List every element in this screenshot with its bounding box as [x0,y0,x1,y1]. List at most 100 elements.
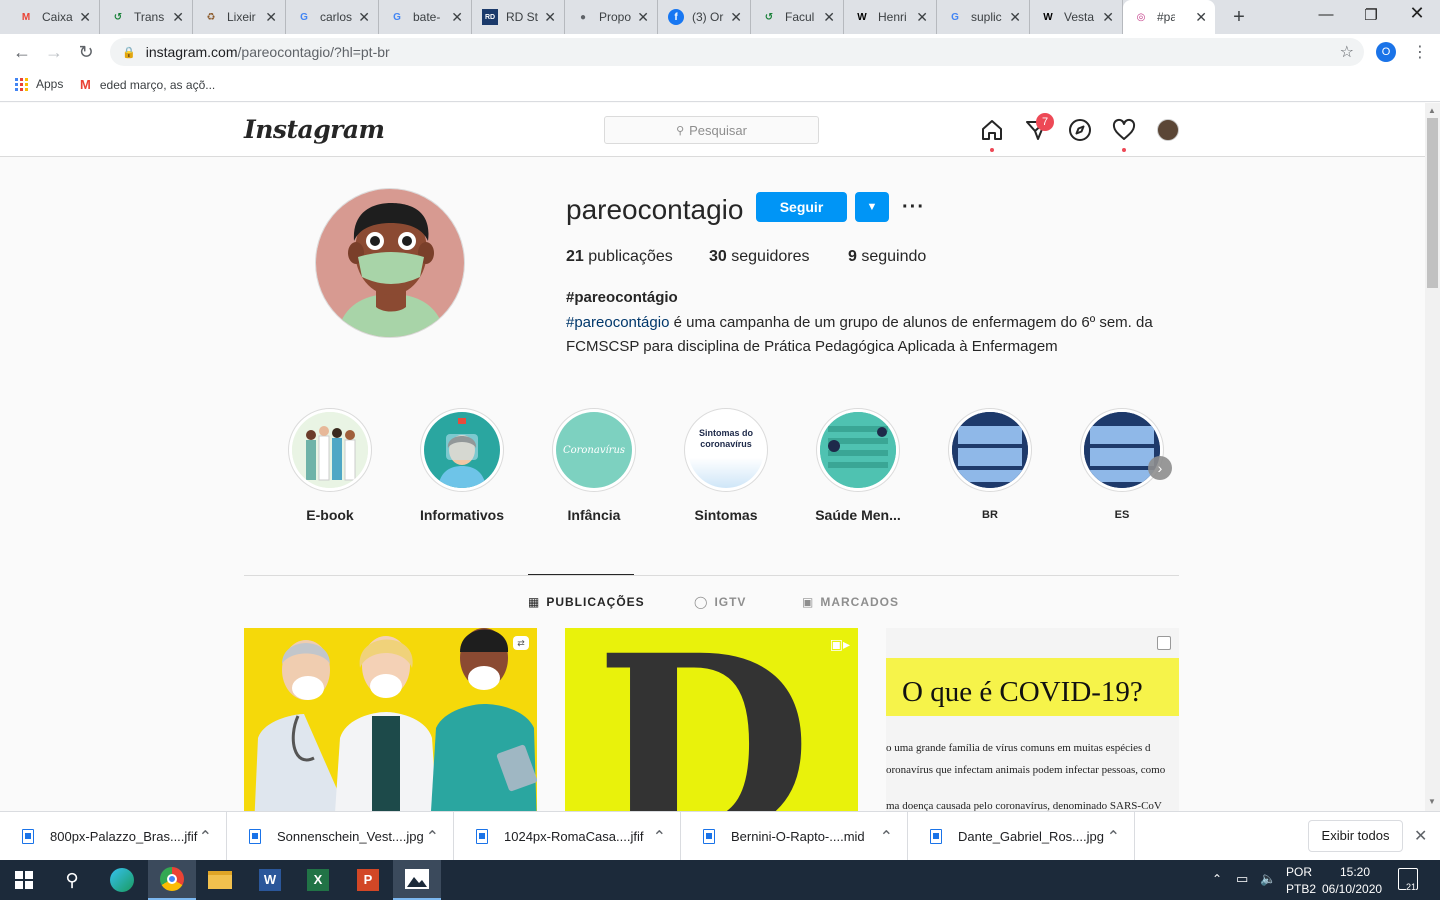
bookmarks-bar: Apps M eded março, as açõ... [0,70,1440,102]
page-scrollbar[interactable]: ▲ ▼ [1425,103,1440,811]
close-window-button[interactable]: ✕ [1407,3,1427,24]
address-bar[interactable]: 🔒 instagram.com/pareocontagio/?hl=pt-br … [110,38,1364,66]
show-all-downloads-button[interactable]: Exibir todos [1308,820,1403,852]
highlight-sintomas[interactable]: Sintomas do coronavírus Sintomas [660,408,792,523]
search-input[interactable]: ⚲ Pesquisar [604,116,819,144]
chrome-menu-icon[interactable]: ⋮ [1412,42,1428,62]
post-thumbnail[interactable]: ⇄ [244,628,537,811]
browser-tab[interactable]: W Vesta ✕ [1030,0,1123,34]
new-tab-button[interactable]: + [1228,6,1250,28]
explore-icon[interactable] [1068,118,1092,142]
download-item[interactable]: 800px-Palazzo_Bras....jfif ⌃ [0,812,227,861]
following-count[interactable]: 9 seguindo [848,248,926,266]
suggestions-dropdown-button[interactable]: ▼ [855,192,889,222]
language-code[interactable]: POR [1286,865,1312,879]
follow-button[interactable]: Seguir [756,192,847,222]
browser-tab[interactable]: ◎ #parc ✕ [1123,0,1215,34]
close-tab-icon[interactable]: ✕ [823,9,835,26]
user-avatar[interactable] [1157,119,1179,141]
search-placeholder: Pesquisar [689,122,747,138]
browser-tab[interactable]: Gsuplic ✕ [937,0,1030,34]
bookmark-apps[interactable]: Apps [15,77,63,91]
close-tab-icon[interactable]: ✕ [544,9,556,26]
tab-title: suplic [971,10,1002,24]
post-thumbnail[interactable]: O que é COVID-19? o uma grande família d… [886,628,1179,811]
chevron-up-icon[interactable]: ⌃ [426,827,439,847]
highlight-informativos[interactable]: Informativos [396,408,528,523]
more-options-icon[interactable]: ··· [902,196,925,219]
highlights-next-arrow[interactable]: › [1148,456,1172,480]
close-downloads-icon[interactable]: ✕ [1414,826,1427,846]
bio-hashtag-link[interactable]: #pareocontágio [566,314,669,331]
clock-date[interactable]: 06/10/2020 [1322,882,1382,896]
tab-igtv[interactable]: ◯ IGTV [694,595,746,609]
search-taskbar-button[interactable]: ⚲ [48,860,96,900]
chevron-up-icon[interactable]: ⌃ [199,827,212,847]
highlight-infancia[interactable]: Coronavírus Infância [528,408,660,523]
download-item[interactable]: Sonnenschein_Vest....jpg ⌃ [227,812,454,861]
profile-picture[interactable] [315,188,465,338]
close-tab-icon[interactable]: ✕ [916,9,928,26]
home-icon[interactable] [980,118,1004,142]
post-thumbnail[interactable]: D ▣▸ [565,628,858,811]
excel-taskbar-icon[interactable]: X [294,860,342,900]
browser-tab[interactable]: ↺ Trans ✕ [100,0,193,34]
close-tab-icon[interactable]: ✕ [265,9,277,26]
close-tab-icon[interactable]: ✕ [730,9,742,26]
scroll-up-arrow[interactable]: ▲ [1428,106,1436,115]
download-item[interactable]: 1024px-RomaCasa....jfif ⌃ [454,812,681,861]
chevron-up-icon[interactable]: ⌃ [1107,827,1120,847]
keyboard-layout[interactable]: PTB2 [1286,882,1316,896]
browser-tab[interactable]: Gbate- ✕ [379,0,472,34]
browser-tab[interactable]: f (3) Or ✕ [658,0,751,34]
browser-tab[interactable]: M Caixa ✕ [8,0,100,34]
close-tab-icon[interactable]: ✕ [451,9,463,26]
bookmark-gmail[interactable]: M eded março, as açõ... [80,77,215,92]
forward-button[interactable]: → [44,42,64,62]
bookmark-star-icon[interactable]: ☆ [1340,42,1354,62]
word-taskbar-icon[interactable]: W [246,860,294,900]
instagram-logo[interactable]: Instagram [244,115,385,144]
chrome-taskbar-icon[interactable] [148,860,196,900]
minimize-button[interactable]: — [1316,6,1336,23]
scrollbar-thumb[interactable] [1427,118,1438,288]
chrome-profile-button[interactable]: O [1376,42,1396,62]
browser-tab[interactable]: Gcarlos ✕ [286,0,379,34]
start-button[interactable] [0,860,48,900]
close-tab-icon[interactable]: ✕ [358,9,370,26]
activity-heart-icon[interactable] [1112,118,1136,142]
highlight-ebook[interactable]: E-book [264,408,396,523]
browser-tab[interactable]: ● Propo ✕ [565,0,658,34]
highlight-br[interactable]: BR [924,408,1056,521]
browser-tab[interactable]: W Henri ✕ [844,0,937,34]
network-icon[interactable]: ▭ [1236,871,1248,887]
scroll-down-arrow[interactable]: ▼ [1428,797,1436,806]
maximize-button[interactable]: ❐ [1361,6,1381,24]
close-tab-icon[interactable]: ✕ [1102,9,1114,26]
highlight-saude-mental[interactable]: Saúde Men... [792,408,924,523]
powerpoint-taskbar-icon[interactable]: P [344,860,392,900]
tab-publicacoes[interactable]: ▦ PUBLICAÇÕES [528,595,645,609]
photos-taskbar-icon[interactable] [393,860,441,900]
download-item[interactable]: Dante_Gabriel_Ros....jpg ⌃ [908,812,1135,861]
close-tab-icon[interactable]: ✕ [79,9,91,26]
edge-taskbar-icon[interactable] [98,860,146,900]
clock-time[interactable]: 15:20 [1340,865,1370,879]
close-tab-icon[interactable]: ✕ [1195,9,1207,26]
tab-marcados[interactable]: ▣ MARCADOS [802,595,899,609]
browser-tab[interactable]: ↺ Facul ✕ [751,0,844,34]
download-item[interactable]: Bernini-O-Rapto-....mid ⌃ [681,812,908,861]
close-tab-icon[interactable]: ✕ [1009,9,1021,26]
chevron-up-icon[interactable]: ⌃ [653,827,666,847]
tray-chevron-icon[interactable]: ⌃ [1212,872,1222,886]
volume-muted-icon[interactable]: 🔈 [1260,871,1276,887]
followers-count[interactable]: 30 seguidores [709,248,810,266]
browser-tab[interactable]: ♻ Lixeir ✕ [193,0,286,34]
browser-tab[interactable]: RD RD St ✕ [472,0,565,34]
close-tab-icon[interactable]: ✕ [172,9,184,26]
reload-button[interactable]: ↻ [76,42,96,62]
file-explorer-taskbar-icon[interactable] [196,860,244,900]
chevron-up-icon[interactable]: ⌃ [880,827,893,847]
back-button[interactable]: ← [12,42,32,62]
close-tab-icon[interactable]: ✕ [637,9,649,26]
